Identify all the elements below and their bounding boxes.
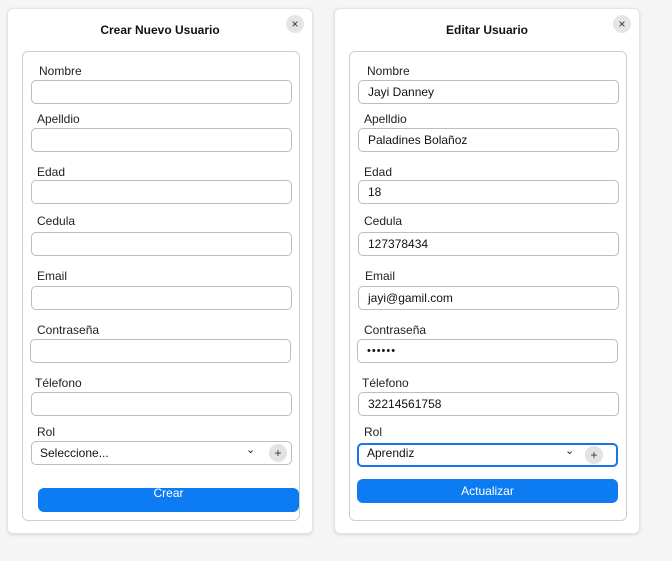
edad-label: Edad: [37, 165, 66, 179]
rol-selected-value: Aprendiz: [367, 446, 415, 460]
email-label: Email: [37, 269, 68, 283]
nombre-label: Nombre: [39, 64, 82, 78]
apellido-input[interactable]: [31, 128, 292, 152]
create-user-form: Nombre Apelldio Edad Cedula Email Contra…: [22, 51, 300, 521]
rol-select[interactable]: Seleccione... ⌄ +: [31, 441, 292, 465]
nombre-input[interactable]: [31, 80, 292, 104]
nombre-input[interactable]: Jayi Danney: [358, 80, 619, 104]
contrasena-input[interactable]: ••••••: [357, 339, 618, 363]
create-user-modal: Crear Nuevo Usuario × Nombre Apelldio Ed…: [7, 8, 313, 534]
rol-selected-value: Seleccione...: [40, 446, 109, 460]
edad-label: Edad: [364, 165, 393, 179]
contrasena-input[interactable]: [30, 339, 291, 363]
edit-user-modal: Editar Usuario × Nombre Jayi Danney Apel…: [334, 8, 640, 534]
telefono-label: Télefono: [362, 376, 409, 390]
close-icon[interactable]: ×: [286, 15, 304, 33]
cedula-input[interactable]: [31, 232, 292, 256]
rol-label: Rol: [37, 425, 56, 439]
update-button[interactable]: Actualizar: [357, 479, 618, 503]
telefono-label: Télefono: [35, 376, 82, 390]
telefono-input[interactable]: 32214561758: [358, 392, 619, 416]
contrasena-label: Contraseña: [364, 323, 427, 337]
chevron-down-icon: ⌄: [565, 445, 575, 457]
cedula-label: Cedula: [364, 214, 403, 228]
email-input[interactable]: [31, 286, 292, 310]
add-role-icon[interactable]: +: [585, 446, 603, 464]
modal-title: Editar Usuario: [445, 23, 529, 37]
email-input[interactable]: jayi@gamil.com: [358, 286, 619, 310]
email-label: Email: [365, 269, 396, 283]
apellido-label: Apelldio: [37, 112, 80, 126]
edit-user-form: Nombre Jayi Danney Apelldio Paladines Bo…: [349, 51, 627, 521]
cedula-input[interactable]: 127378434: [358, 232, 619, 256]
modal-title: Crear Nuevo Usuario: [100, 23, 220, 37]
rol-select[interactable]: Aprendiz ⌄ +: [357, 443, 618, 467]
close-icon[interactable]: ×: [613, 15, 631, 33]
nombre-label: Nombre: [367, 64, 410, 78]
contrasena-label: Contraseña: [37, 323, 100, 337]
rol-label: Rol: [364, 425, 383, 439]
create-button[interactable]: Crear: [38, 487, 299, 512]
apellido-label: Apelldio: [364, 112, 407, 126]
add-role-icon[interactable]: +: [269, 444, 287, 462]
edad-input[interactable]: [31, 180, 292, 204]
edad-input[interactable]: 18: [358, 180, 619, 204]
apellido-input[interactable]: Paladines Bolañoz: [358, 128, 619, 152]
cedula-label: Cedula: [37, 214, 76, 228]
chevron-down-icon: ⌄: [246, 444, 256, 456]
telefono-input[interactable]: [31, 392, 292, 416]
